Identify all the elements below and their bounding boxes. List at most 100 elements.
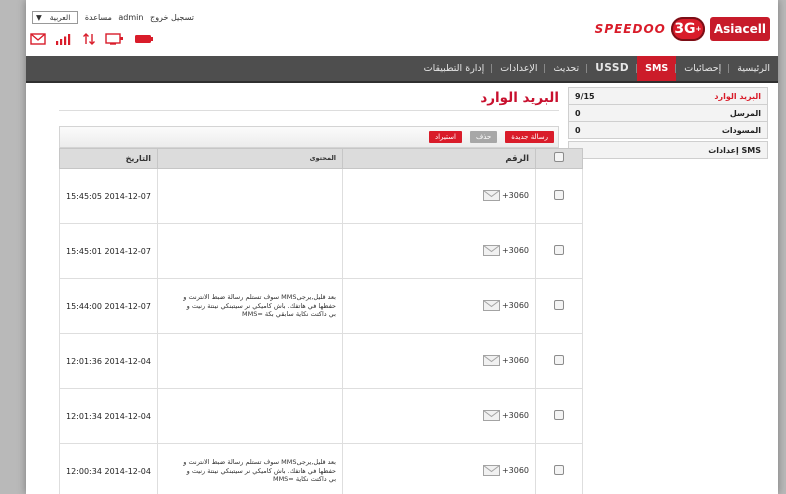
- speedoo-logo: SPEEDOO: [594, 22, 666, 36]
- battery-icon: [135, 35, 153, 43]
- sidebar-item-drafts[interactable]: 0 المسودات: [568, 122, 768, 139]
- message-number-cell: +3060: [342, 168, 536, 224]
- message-content: [157, 333, 343, 389]
- select-all-checkbox[interactable]: [554, 152, 564, 162]
- inbox-toolbar: رسالة جديدة حذف استيراد: [59, 126, 559, 148]
- table-header-row: التاريخ المحتوى الرقم: [59, 148, 583, 169]
- nav-app-management[interactable]: إدارة التطبيقات: [416, 56, 493, 81]
- sender-number: +3060: [501, 245, 529, 255]
- delete-button[interactable]: حذف: [469, 131, 498, 143]
- app-frame: ▼ العربية مساعدة admin تسجيل خروج SPEEDOO…: [26, 0, 778, 494]
- transfer-icon: [83, 33, 95, 45]
- table-row[interactable]: 15:44:00 2014-12-07 سوف تستلم رسالة ضبط ا…: [59, 278, 583, 334]
- inbox-count: 9/15: [575, 91, 595, 101]
- message-number-cell: +3060: [342, 278, 536, 334]
- message-content: [157, 223, 343, 279]
- table-row[interactable]: 12:01:36 2014-12-04 +3060: [59, 333, 583, 389]
- nav-items: الرئيسية إحصائيات SMS USSD تحديث الإعداد…: [416, 56, 778, 81]
- status-bar: [30, 31, 154, 47]
- sender-number: +3060: [501, 300, 529, 310]
- column-number[interactable]: الرقم: [342, 148, 536, 169]
- sidebar-item-sent[interactable]: 0 المرسل: [568, 105, 768, 122]
- badge-text: 3G: [674, 21, 696, 37]
- row-select-cell: [535, 168, 583, 224]
- nav-home[interactable]: الرئيسية: [729, 56, 778, 81]
- message-content: سوف تستلم رسالة ضبط الانترنت و MMSبعد قل…: [157, 443, 343, 494]
- new-message-button[interactable]: رسالة جديدة: [505, 131, 554, 143]
- message-date: 15:45:01 2014-12-07: [59, 223, 158, 279]
- envelope-icon: [482, 354, 500, 366]
- message-number-cell: +3060: [342, 333, 536, 389]
- import-button[interactable]: استيراد: [428, 131, 462, 143]
- sender: +3060: [482, 189, 529, 201]
- row-select-cell: [535, 278, 583, 334]
- sender: +3060: [482, 354, 529, 366]
- message-number-cell: +3060: [342, 223, 536, 279]
- sender-number: +3060: [501, 190, 529, 200]
- message-content: سوف تستلم رسالة ضبط الانترنت و MMSبعد قل…: [157, 278, 343, 334]
- asiacell-logo: Asiacell: [709, 17, 770, 41]
- sidebar-item-inbox[interactable]: 9/15 البريد الوارد: [568, 87, 768, 105]
- envelope-icon: [482, 299, 500, 311]
- envelope-icon: [482, 189, 500, 201]
- logout-link[interactable]: تسجيل خروج: [150, 13, 194, 22]
- signal-icon: [56, 34, 71, 45]
- brand-logos: SPEEDOO 3G + Asiacell: [595, 17, 770, 41]
- language-select[interactable]: ▼ العربية: [32, 11, 79, 24]
- drafts-label: المسودات: [721, 125, 761, 135]
- table-row[interactable]: 12:01:34 2014-12-04 +3060: [59, 388, 583, 444]
- row-checkbox[interactable]: [554, 465, 564, 475]
- top-header: ▼ العربية مساعدة admin تسجيل خروج SPEEDOO…: [26, 0, 778, 56]
- chevron-down-icon: ▼: [36, 13, 42, 22]
- main-nav: الرئيسية إحصائيات SMS USSD تحديث الإعداد…: [26, 56, 778, 83]
- nav-ussd[interactable]: USSD: [587, 56, 638, 81]
- message-date: 12:01:34 2014-12-04: [59, 388, 158, 444]
- message-date: 12:00:34 2014-12-04: [59, 443, 158, 494]
- nav-update[interactable]: تحديث: [545, 56, 587, 81]
- sent-count: 0: [575, 108, 581, 118]
- envelope-icon: [482, 464, 500, 476]
- nav-statistics[interactable]: إحصائيات: [676, 56, 730, 81]
- help-link[interactable]: مساعدة: [85, 13, 112, 22]
- sms-sidebar: 9/15 البريد الوارد 0 المرسل 0 المسودات إ…: [568, 87, 768, 159]
- table-row[interactable]: 12:00:34 2014-12-04 سوف تستلم رسالة ضبط ا…: [59, 443, 583, 494]
- row-checkbox[interactable]: [554, 355, 564, 365]
- header-links: ▼ العربية مساعدة admin تسجيل خروج: [30, 11, 198, 24]
- 3g-badge: 3G +: [670, 17, 705, 41]
- nav-sms[interactable]: SMS: [637, 56, 677, 81]
- message-content: [157, 388, 343, 444]
- messages-body: 15:45:05 2014-12-07 +3060 15:45:01 2014-12…: [59, 168, 583, 494]
- sender: +3060: [482, 244, 529, 256]
- column-date[interactable]: التاريخ: [59, 148, 158, 169]
- envelope-icon: [482, 244, 500, 256]
- nav-settings[interactable]: الإعدادات: [492, 56, 546, 81]
- drafts-count: 0: [575, 125, 581, 135]
- messages-table: التاريخ المحتوى الرقم 15:45:05 2014-12-0…: [59, 148, 583, 494]
- row-checkbox[interactable]: [554, 410, 564, 420]
- username: admin: [118, 13, 144, 22]
- row-select-cell: [535, 443, 583, 494]
- inbox-panel: البريد الوارد رسالة جديدة حذف استيراد ال…: [59, 88, 583, 494]
- device-icon: [105, 33, 123, 45]
- row-select-cell: [535, 223, 583, 279]
- envelope-icon: [482, 409, 500, 421]
- row-checkbox[interactable]: [554, 245, 564, 255]
- table-row[interactable]: 15:45:05 2014-12-07 +3060: [59, 168, 583, 224]
- sender: +3060: [482, 409, 529, 421]
- table-row[interactable]: 15:45:01 2014-12-07 +3060: [59, 223, 583, 279]
- message-content: [157, 168, 343, 224]
- sender-number: +3060: [501, 465, 529, 475]
- inbox-label: البريد الوارد: [714, 91, 761, 101]
- message-date: 15:44:00 2014-12-07: [59, 278, 158, 334]
- column-select-all: [535, 148, 583, 169]
- row-checkbox[interactable]: [554, 190, 564, 200]
- message-number-cell: +3060: [342, 388, 536, 444]
- row-checkbox[interactable]: [554, 300, 564, 310]
- message-date: 12:01:36 2014-12-04: [59, 333, 158, 389]
- column-content: المحتوى: [157, 148, 343, 169]
- sender: +3060: [482, 299, 529, 311]
- mail-icon[interactable]: [30, 33, 46, 45]
- row-select-cell: [535, 333, 583, 389]
- sidebar-item-sms-settings[interactable]: إعدادات SMS: [568, 141, 768, 159]
- badge-sup: +: [695, 25, 702, 33]
